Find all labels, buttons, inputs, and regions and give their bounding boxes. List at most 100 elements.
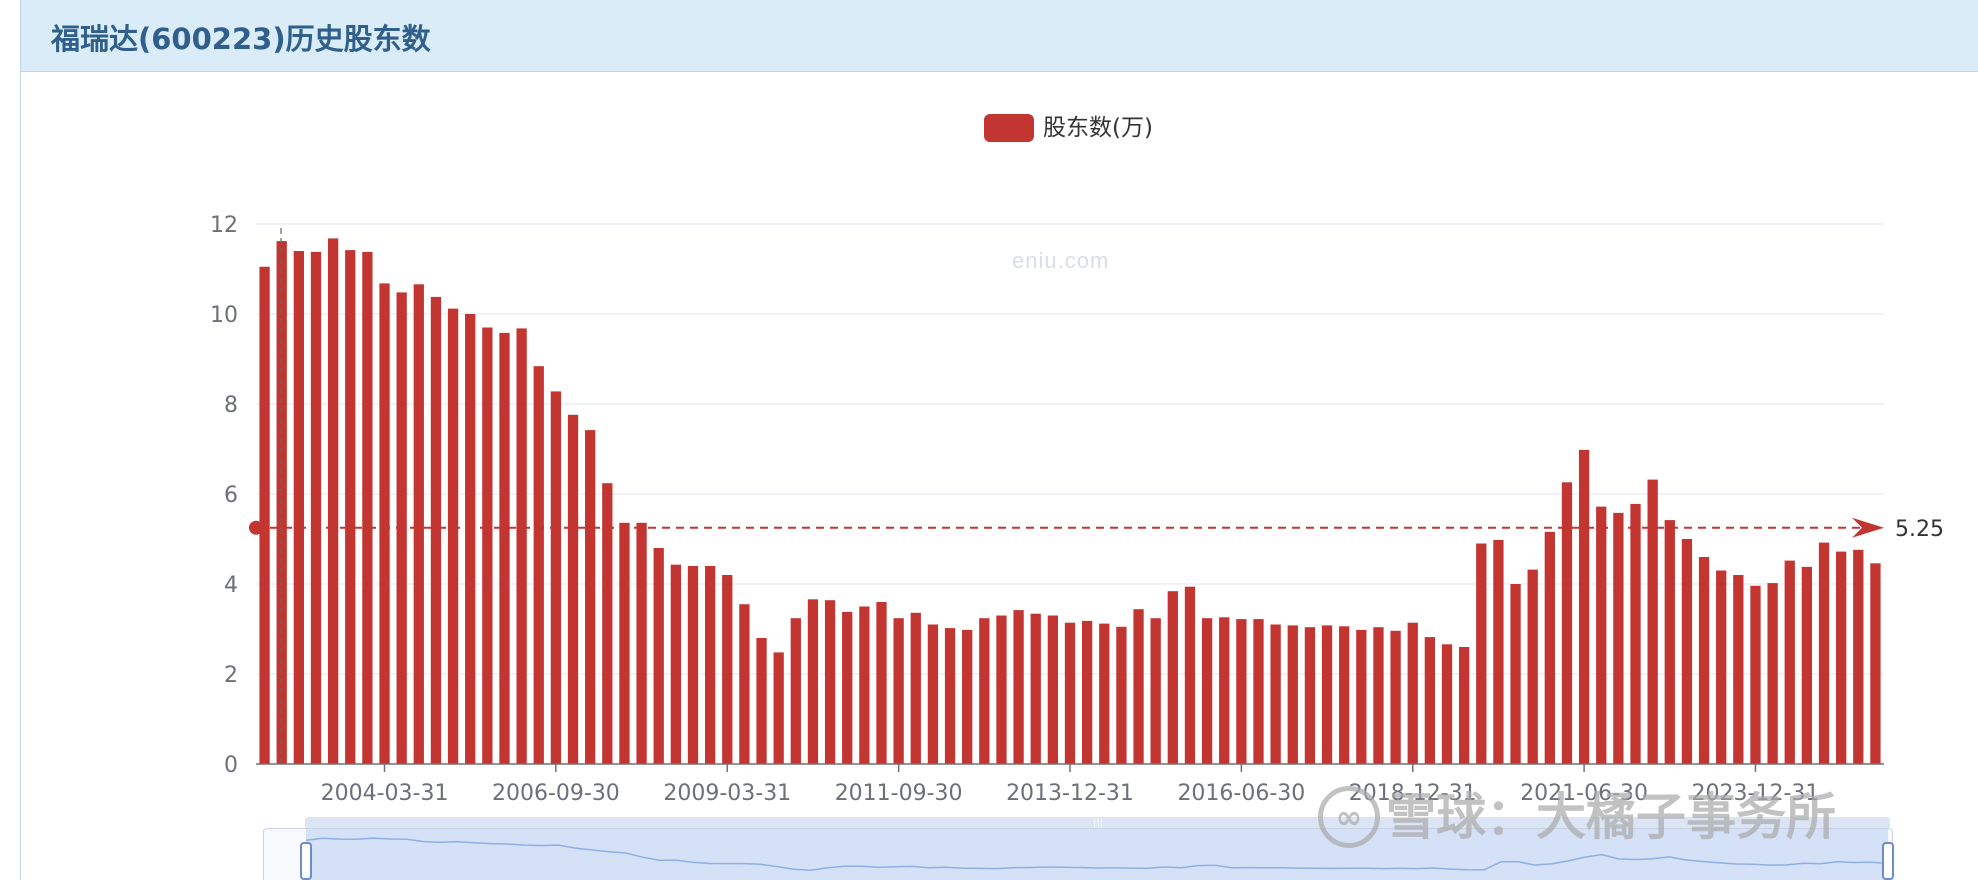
bar[interactable] (482, 327, 493, 765)
bar[interactable] (1253, 619, 1264, 764)
bar[interactable] (876, 602, 887, 764)
bar[interactable] (1767, 583, 1778, 764)
bar[interactable] (704, 566, 716, 764)
bar[interactable] (1681, 539, 1693, 764)
zoom-handle-right[interactable] (1882, 842, 1894, 880)
y-tick-label: 8 (224, 393, 238, 418)
bar[interactable] (1664, 520, 1675, 764)
bar[interactable] (824, 600, 836, 764)
bar[interactable] (1510, 584, 1521, 764)
bar[interactable] (1870, 563, 1881, 764)
bar[interactable] (1459, 647, 1470, 764)
bar[interactable] (447, 308, 459, 764)
bar[interactable] (1081, 620, 1093, 764)
bar[interactable] (345, 250, 356, 765)
bar[interactable] (773, 652, 784, 764)
bar[interactable] (1201, 618, 1213, 764)
bar[interactable] (1390, 630, 1401, 764)
bar[interactable] (1270, 624, 1281, 765)
bar[interactable] (687, 566, 699, 764)
bar[interactable] (1441, 644, 1453, 764)
bar[interactable] (1750, 585, 1761, 764)
bar[interactable] (310, 251, 322, 764)
bar[interactable] (619, 522, 630, 764)
bar[interactable] (499, 332, 510, 764)
bar[interactable] (533, 366, 544, 764)
bar[interactable] (1099, 623, 1110, 764)
mark-line-label: 5.25 (1895, 517, 1944, 542)
bar[interactable] (602, 483, 613, 764)
bar[interactable] (1578, 449, 1590, 764)
bar[interactable] (1801, 566, 1813, 764)
bar[interactable] (327, 238, 339, 764)
bar[interactable] (1613, 512, 1624, 764)
bar[interactable] (1219, 617, 1230, 764)
bar[interactable] (259, 266, 270, 764)
bar[interactable] (756, 638, 767, 764)
bar[interactable] (722, 575, 733, 764)
bar[interactable] (1373, 627, 1384, 764)
bar[interactable] (1527, 569, 1538, 764)
bar[interactable] (1184, 586, 1196, 764)
bar[interactable] (1647, 479, 1658, 764)
bar[interactable] (962, 629, 973, 764)
bar[interactable] (910, 612, 921, 764)
bar[interactable] (1287, 625, 1298, 764)
bar[interactable] (1150, 618, 1161, 764)
bar[interactable] (1030, 613, 1041, 764)
bar[interactable] (1784, 560, 1795, 764)
bar[interactable] (379, 283, 390, 764)
x-tick-label: 2006-09-30 (492, 781, 620, 806)
bar[interactable] (585, 430, 596, 764)
zoom-handle-left[interactable] (300, 842, 312, 880)
bar[interactable] (859, 606, 870, 765)
bar[interactable] (550, 391, 562, 764)
bar[interactable] (1853, 549, 1864, 764)
bar[interactable] (1304, 627, 1316, 764)
bar[interactable] (276, 241, 287, 765)
bar[interactable] (1836, 551, 1847, 764)
bar[interactable] (516, 328, 527, 764)
bar[interactable] (1733, 575, 1744, 764)
bar[interactable] (1818, 542, 1830, 764)
bar[interactable] (1167, 591, 1178, 764)
bar[interactable] (636, 522, 647, 764)
bar[interactable] (1356, 629, 1367, 764)
bar[interactable] (465, 314, 476, 764)
bar[interactable] (1407, 622, 1418, 764)
bar[interactable] (1424, 637, 1436, 764)
bar[interactable] (1596, 506, 1607, 764)
bar[interactable] (1133, 609, 1144, 764)
bar[interactable] (430, 296, 442, 764)
y-tick-label: 10 (210, 303, 238, 328)
bar[interactable] (927, 624, 939, 765)
bar[interactable] (842, 611, 853, 764)
bar[interactable] (413, 284, 424, 764)
bar[interactable] (293, 251, 304, 764)
bar[interactable] (944, 628, 956, 764)
bar[interactable] (1698, 557, 1710, 764)
bar[interactable] (893, 618, 904, 764)
bar[interactable] (567, 414, 579, 764)
bar[interactable] (1064, 622, 1076, 764)
bar[interactable] (670, 564, 681, 764)
bar[interactable] (996, 615, 1007, 765)
bar[interactable] (653, 548, 664, 764)
bar[interactable] (739, 604, 750, 764)
bar[interactable] (1116, 626, 1127, 764)
bar[interactable] (1716, 570, 1727, 765)
bar[interactable] (807, 599, 819, 764)
bar[interactable] (1047, 615, 1059, 765)
bar[interactable] (1236, 619, 1247, 764)
bar[interactable] (1339, 626, 1350, 764)
bar[interactable] (1561, 482, 1573, 764)
bar[interactable] (1476, 543, 1487, 765)
bar[interactable] (362, 251, 373, 764)
bar[interactable] (979, 618, 990, 764)
bar[interactable] (1013, 610, 1024, 764)
bar[interactable] (1544, 531, 1555, 764)
bar[interactable] (1321, 625, 1333, 764)
bar[interactable] (1630, 503, 1641, 764)
bar[interactable] (1493, 539, 1504, 764)
bar[interactable] (790, 618, 801, 764)
